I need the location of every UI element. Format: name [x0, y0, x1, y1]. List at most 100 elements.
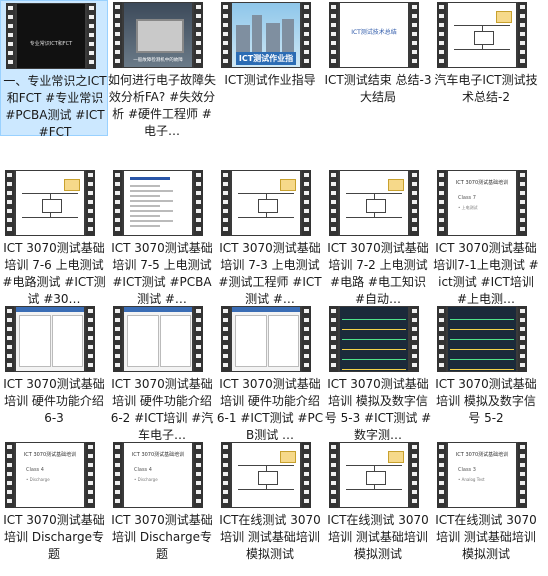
video-thumbnail: ICT 3070测试基础培训 Class 7 • 上电测试: [437, 170, 527, 236]
video-file-item[interactable]: ICT 3070测试基础培训 模拟及数字信号 5-2: [432, 304, 540, 440]
thumbnail-class: Class 4: [134, 467, 152, 473]
machine-image: [136, 19, 184, 53]
video-thumbnail: ICT测试作业指导: [221, 2, 311, 68]
circuit-highlight: [388, 179, 404, 191]
circuit-component: [42, 199, 62, 213]
thumbnail-frame: 专业常识ICT和FCT: [17, 4, 85, 68]
video-thumbnail: [221, 170, 311, 236]
thumbnail-frame: [340, 443, 408, 507]
thumbnail-topic: • Discharge: [134, 477, 158, 482]
video-file-item[interactable]: ICT 3070测试基础培训 硬件功能介绍 6-1 #ICT测试 #PCB测试 …: [216, 304, 324, 440]
file-name-label: ICT 3070测试基础培训 硬件功能介绍 6-3: [3, 377, 105, 425]
thumbnail-frame: 一般故障检测机中的故障: [124, 3, 192, 67]
signal-trace: [450, 341, 514, 350]
video-file-item[interactable]: ICT 3070测试基础培训 Class 3 • Analog Test ICT在线测…: [432, 440, 540, 576]
video-file-item[interactable]: 汽车电子ICT测试技术总结-2: [432, 0, 540, 136]
thumbnail-frame: [340, 307, 408, 371]
video-thumbnail: [329, 170, 419, 236]
document-line: [130, 210, 173, 212]
video-file-item[interactable]: ICT在线测试 3070培训 测试基础培训 模拟测试: [324, 440, 432, 576]
thumbnail-frame: ICT 3070测试基础培训 Class 7 • 上电测试: [448, 171, 516, 235]
video-thumbnail: 专业常识ICT和FCT: [6, 3, 96, 69]
video-file-item[interactable]: ICT测试作业指导 ICT测试作业指导: [216, 0, 324, 136]
window-panel: [268, 315, 299, 367]
video-file-item[interactable]: ICT 3070测试基础培训 7-6 上电测试 #电路测试 #ICT测试 #30…: [0, 168, 108, 304]
document-line: [130, 220, 173, 222]
file-name-label: ICT 3070测试基础培训7-1上电测试 #ict测试 #ICT培训 #上电测…: [433, 241, 539, 304]
window-panel: [52, 315, 83, 367]
document-heading: [130, 177, 170, 180]
thumbnail-frame: ICT 3070测试基础培训 Class 4 • Discharge: [16, 443, 84, 507]
document-line: [130, 185, 160, 187]
thumbnail-frame: ICT 3070测试基础培训 Class 3 • Analog Test: [448, 443, 516, 507]
window-titlebar: [16, 307, 84, 312]
thumbnail-title: ICT 3070测试基础培训: [455, 180, 509, 186]
thumbnail-frame: [448, 307, 516, 371]
video-file-item[interactable]: ICT 3070测试基础培训 硬件功能介绍 6-2 #ICT培训 #汽车电子…: [108, 304, 216, 440]
video-file-item[interactable]: ICT 3070测试基础培训 硬件功能介绍 6-3: [0, 304, 108, 440]
thumbnail-topic: • Discharge: [26, 477, 50, 482]
video-thumbnail: ICT测试技术总结: [329, 2, 419, 68]
file-name-label: ICT 3070测试基础培训 7-3 上电测试 #测试工程师 #ICT测试 #…: [218, 241, 322, 304]
file-name-label: ICT 3070测试基础培训 Discharge专题: [111, 513, 213, 561]
file-grid: 专业常识ICT和FCT 一、专业常识之ICT和FCT #专业常识 #PCBA测试 …: [0, 0, 548, 561]
video-file-item[interactable]: ICT 3070测试基础培训 7-3 上电测试 #测试工程师 #ICT测试 #…: [216, 168, 324, 304]
thumbnail-frame: [448, 3, 516, 67]
file-name-label: ICT 3070测试基础培训 7-6 上电测试 #电路测试 #ICT测试 #30…: [2, 241, 106, 304]
video-file-item[interactable]: ICT 3070测试基础培训 7-5 上电测试 #ICT测试 #PCBA测试 #…: [108, 168, 216, 304]
video-thumbnail: [113, 306, 203, 372]
thumbnail-frame: [16, 307, 84, 371]
circuit-wire: [238, 489, 294, 490]
document-line: [130, 225, 160, 227]
thumbnail-title: ICT 3070测试基础培训: [455, 452, 509, 458]
signal-trace: [450, 331, 514, 340]
thumbnail-frame: [124, 171, 192, 235]
window-panel: [160, 315, 191, 367]
video-file-item[interactable]: ICT 3070测试基础培训 7-2 上电测试 #电路 #电工知识 #自动…: [324, 168, 432, 304]
video-file-item[interactable]: ICT 3070测试基础培训 Class 4 • Discharge ICT 3070…: [108, 440, 216, 576]
video-file-item[interactable]: 专业常识ICT和FCT 一、专业常识之ICT和FCT #专业常识 #PCBA测试 …: [0, 0, 108, 137]
video-file-item[interactable]: ICT测试技术总结 ICT测试结束 总结-3 大结局: [324, 0, 432, 136]
file-name-label: ICT在线测试 3070培训 测试基础培训 模拟测试: [327, 513, 429, 561]
file-name-label: ICT测试作业指导: [224, 73, 316, 87]
file-name-label: 汽车电子ICT测试技术总结-2: [434, 73, 538, 104]
circuit-component: [258, 199, 278, 213]
document-line: [130, 190, 173, 192]
window-panel: [235, 315, 267, 367]
signal-trace: [342, 341, 406, 350]
video-thumbnail: [221, 306, 311, 372]
circuit-highlight: [388, 451, 404, 463]
circuit-highlight: [64, 179, 80, 191]
thumbnail-frame: ICT测试作业指导: [232, 3, 300, 67]
circuit-component: [366, 199, 386, 213]
video-thumbnail: [329, 442, 419, 508]
thumbnail-title: ICT 3070测试基础培训: [131, 452, 185, 458]
circuit-wire: [454, 49, 510, 50]
thumbnail-frame: [232, 171, 300, 235]
video-file-item[interactable]: 一般故障检测机中的故障 如何进行电子故障失效分析FA? #失效分析 #硬件工程师 …: [108, 0, 216, 136]
signal-trace: [450, 311, 514, 320]
window-panel: [127, 315, 159, 367]
video-file-item[interactable]: ICT在线测试 3070培训 测试基础培训 模拟测试: [216, 440, 324, 576]
thumbnail-class: Class 3: [458, 467, 476, 473]
signal-trace: [342, 331, 406, 340]
circuit-component: [366, 471, 386, 485]
video-thumbnail: ICT 3070测试基础培训 Class 4 • Discharge: [113, 442, 203, 508]
thumbnail-frame: ICT 3070测试基础培训 Class 4 • Discharge: [124, 443, 192, 507]
video-thumbnail: [437, 2, 527, 68]
video-file-item[interactable]: ICT 3070测试基础培训 模拟及数字信号 5-3 #ICT测试 #数字测…: [324, 304, 432, 440]
thumbnail-frame: [340, 171, 408, 235]
video-file-item[interactable]: ICT 3070测试基础培训 Class 7 • 上电测试 ICT 3070测试基础培…: [432, 168, 540, 304]
thumbnail-title: ICT测试技术总结: [351, 29, 397, 36]
video-file-item[interactable]: ICT 3070测试基础培训 Class 4 • Discharge ICT 3070…: [0, 440, 108, 576]
video-thumbnail: [5, 306, 95, 372]
signal-trace: [450, 321, 514, 330]
file-name-label: ICT 3070测试基础培训 模拟及数字信号 5-2: [435, 377, 537, 425]
file-name-label: ICT测试结束 总结-3 大结局: [324, 73, 432, 104]
signal-trace: [450, 361, 514, 370]
building-image: [266, 23, 280, 53]
thumbnail-title: 专业常识ICT和FCT: [29, 41, 73, 47]
circuit-wire: [346, 489, 402, 490]
window-panel: [19, 315, 51, 367]
file-name-label: 一、专业常识之ICT和FCT #专业常识 #PCBA测试 #ICT #FCT: [3, 74, 107, 137]
